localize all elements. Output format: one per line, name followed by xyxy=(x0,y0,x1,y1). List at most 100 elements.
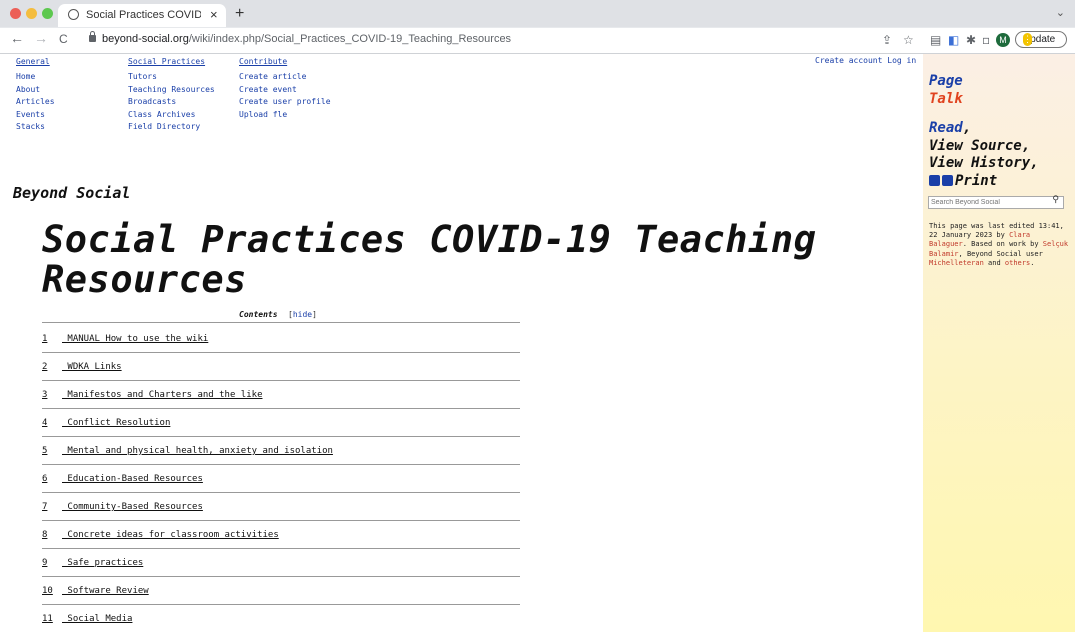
toc-item-link[interactable]: _Conflict Resolution xyxy=(62,418,170,428)
search-icon[interactable]: ⚲ xyxy=(1052,195,1059,205)
toc-item-number[interactable]: 6 xyxy=(42,474,47,484)
twitter-icon[interactable] xyxy=(929,174,940,186)
page-title: Social Practices COVID-19 Teaching Resou… xyxy=(42,218,817,301)
toc-item[interactable]: 1 _MANUAL How to use the wiki xyxy=(42,324,520,353)
browser-tab[interactable]: Social Practices COVID-19 Tea × xyxy=(58,4,226,27)
and-text: and xyxy=(988,258,1001,267)
share-icon[interactable]: ⇪ xyxy=(882,33,892,47)
view-history-link[interactable]: View History, xyxy=(929,155,1039,173)
nav-heading-contribute[interactable]: Contribute xyxy=(239,56,331,68)
toc-item[interactable]: 11 _Social Media xyxy=(42,604,520,632)
toc-item-number[interactable]: 4 xyxy=(42,418,47,428)
nav-general: General Home About Articles Events Stack… xyxy=(16,56,55,133)
extensions-icon[interactable]: ✱ xyxy=(966,33,976,47)
nav-link-field-directory[interactable]: Field Directory xyxy=(128,121,215,133)
toc-item-link[interactable]: _WDKA Links xyxy=(62,362,122,372)
toc-item[interactable]: 6 _Education-Based Resources xyxy=(42,464,520,493)
menu-dots-icon[interactable]: ⋮ xyxy=(1023,33,1032,46)
nav-contribute: Contribute Create article Create event C… xyxy=(239,56,331,121)
toc-item-number[interactable]: 1 xyxy=(42,334,47,344)
close-window-button[interactable] xyxy=(10,8,21,19)
page-tab[interactable]: Page xyxy=(929,72,963,90)
update-button[interactable]: Update ⋮ xyxy=(1015,31,1067,48)
account-links: Create account Log in xyxy=(815,56,916,65)
page-actions: Read, View Source, View History, Print xyxy=(929,120,1039,189)
side-panel-icon[interactable]: ▫ xyxy=(982,33,990,47)
forward-icon[interactable]: → xyxy=(34,30,48,46)
toc-header: Contents [hide] xyxy=(42,309,520,323)
tab-close-icon[interactable]: × xyxy=(210,7,218,22)
search-box: ⚲ xyxy=(928,195,1064,209)
nav-link-articles[interactable]: Articles xyxy=(16,96,55,108)
toc-item[interactable]: 9 _Safe practices xyxy=(42,548,520,577)
reader-icon[interactable]: ▤ xyxy=(930,33,941,47)
nav-link-class-archives[interactable]: Class Archives xyxy=(128,109,215,121)
nav-link-create-article[interactable]: Create article xyxy=(239,71,331,83)
talk-tab[interactable]: Talk xyxy=(929,90,963,108)
nav-link-create-event[interactable]: Create event xyxy=(239,84,331,96)
social-user-text: , Beyond Social user xyxy=(958,249,1043,258)
nav-heading-general[interactable]: General xyxy=(16,56,55,68)
toc-item[interactable]: 3 _Manifestos and Charters and the like xyxy=(42,380,520,409)
nav-link-about[interactable]: About xyxy=(16,84,55,96)
maximize-window-button[interactable] xyxy=(42,8,53,19)
toc-item-link[interactable]: _Software Review xyxy=(62,586,149,596)
nav-link-tutors[interactable]: Tutors xyxy=(128,71,215,83)
toc-item-link[interactable]: _Community-Based Resources xyxy=(62,502,203,512)
editor-link-michelleteran[interactable]: Michelleteran xyxy=(929,259,984,267)
back-icon[interactable]: ← xyxy=(10,30,24,46)
toc-item-link[interactable]: _Mental and physical health, anxiety and… xyxy=(62,446,333,456)
facebook-icon[interactable] xyxy=(942,174,953,186)
address-bar[interactable]: beyond-social.org/wiki/index.php/Social_… xyxy=(80,31,875,50)
toc-item[interactable]: 4 _Conflict Resolution xyxy=(42,408,520,437)
nav-link-stacks[interactable]: Stacks xyxy=(16,121,55,133)
toc-item-link[interactable]: _Manifestos and Charters and the like xyxy=(62,390,262,400)
toc-item[interactable]: 8 _Concrete ideas for classroom activitie… xyxy=(42,520,520,549)
toc-item-number[interactable]: 9 xyxy=(42,558,47,568)
nav-link-broadcasts[interactable]: Broadcasts xyxy=(128,96,215,108)
toc-item-number[interactable]: 7 xyxy=(42,502,47,512)
view-source-link[interactable]: View Source, xyxy=(929,138,1039,156)
toc-item-link[interactable]: _Social Media xyxy=(62,614,132,624)
create-account-link[interactable]: Create account xyxy=(815,56,882,65)
nav-link-upload-file[interactable]: Upload fle xyxy=(239,109,331,121)
toc-item[interactable]: 7 _Community-Based Resources xyxy=(42,492,520,521)
profile-avatar[interactable]: M xyxy=(996,33,1010,47)
toc-item-number[interactable]: 8 xyxy=(42,530,47,540)
toc-item[interactable]: 5 _Mental and physical health, anxiety an… xyxy=(42,436,520,465)
tab-search-button[interactable]: ⌄ xyxy=(1056,6,1065,19)
toc-item[interactable]: 10 _Software Review xyxy=(42,576,520,605)
nav-heading-social-practices[interactable]: Social Practices xyxy=(128,56,215,68)
toc-item-link[interactable]: _Concrete ideas for classroom activities xyxy=(62,530,279,540)
bookmark-star-icon[interactable]: ☆ xyxy=(903,33,914,47)
search-input[interactable] xyxy=(931,197,1041,208)
last-edited-info: This page was last edited 13:41, 22 Janu… xyxy=(929,222,1069,267)
site-name[interactable]: Beyond Social xyxy=(13,184,130,202)
toc-item-number[interactable]: 11 xyxy=(42,614,53,624)
nav-link-teaching-resources[interactable]: Teaching Resources xyxy=(128,84,215,96)
reload-icon[interactable]: C xyxy=(59,32,68,46)
nav-link-events[interactable]: Events xyxy=(16,109,55,121)
nav-link-home[interactable]: Home xyxy=(16,71,55,83)
toc-item[interactable]: 2 _WDKA Links xyxy=(42,352,520,381)
others-link[interactable]: others xyxy=(1005,259,1030,267)
toc-item-number[interactable]: 2 xyxy=(42,362,47,372)
new-tab-button[interactable]: + xyxy=(235,5,244,23)
log-in-link[interactable]: Log in xyxy=(887,56,916,65)
toc-item-number[interactable]: 3 xyxy=(42,390,47,400)
toc-item-number[interactable]: 10 xyxy=(42,586,53,596)
toc-hide-toggle[interactable]: [hide] xyxy=(288,310,317,319)
toc-item-number[interactable]: 5 xyxy=(42,446,47,456)
toc-item-link[interactable]: _MANUAL How to use the wiki xyxy=(62,334,208,344)
page-tabs: Page Talk xyxy=(929,72,963,108)
nav-link-create-user-profile[interactable]: Create user profile xyxy=(239,96,331,108)
minimize-window-button[interactable] xyxy=(26,8,37,19)
translate-extension-icon[interactable]: ◧ xyxy=(948,33,959,47)
toc-hide-link[interactable]: hide xyxy=(293,310,312,319)
read-link[interactable]: Read xyxy=(929,120,963,136)
toc-item-link[interactable]: _Education-Based Resources xyxy=(62,474,203,484)
based-on-text: . Based on work by xyxy=(962,240,1039,249)
toc-item-link[interactable]: _Safe practices xyxy=(62,558,143,568)
print-link[interactable]: Print xyxy=(955,173,997,189)
browser-chrome: Social Practices COVID-19 Tea × + ⌄ ← → … xyxy=(0,0,1075,54)
